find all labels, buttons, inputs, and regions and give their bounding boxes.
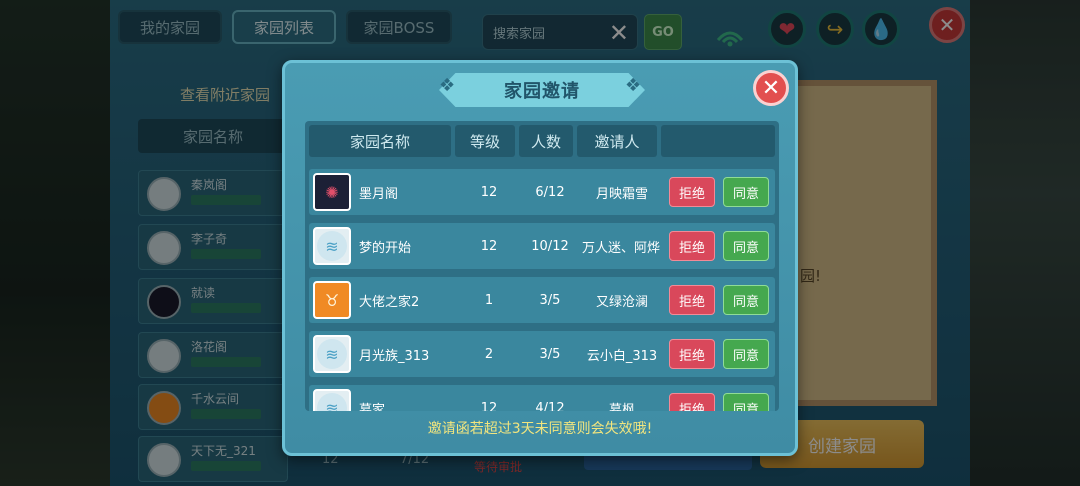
home-name: 梦的开始 (359, 240, 412, 256)
close-dialog-button[interactable]: ✕ (753, 70, 789, 106)
avatar: ≋ (313, 227, 351, 265)
bull-icon: ♉ (324, 290, 340, 310)
fish-icon: ≋ (317, 231, 347, 261)
avatar: ✺ (313, 173, 351, 211)
column-header-inviter: 邀请人 (577, 125, 657, 157)
home-level: 1 (484, 292, 494, 308)
home-members: 6/12 (535, 184, 565, 200)
avatar: ≋ (313, 335, 351, 373)
home-name: 慕家 (359, 402, 386, 412)
inviter: 月映霜雪 (595, 186, 648, 202)
ornament-icon: ❖ (625, 75, 642, 96)
fish-icon: ≋ (317, 393, 347, 411)
refuse-button[interactable]: 拒绝 (669, 231, 715, 261)
home-name: 大佬之家2 (359, 294, 420, 310)
table-row: ✺ 墨月阁 12 6/12 月映霜雪 拒绝 同意 (309, 169, 775, 215)
home-level: 2 (484, 346, 494, 362)
home-name: 墨月阁 (359, 186, 399, 202)
refuse-button[interactable]: 拒绝 (669, 285, 715, 315)
avatar: ≋ (313, 389, 351, 411)
invite-notice: 邀请函若超过3天未同意则会失效哦! (427, 421, 653, 437)
invite-list[interactable]: ✺ 墨月阁 12 6/12 月映霜雪 拒绝 同意 ≋ 梦的开始 12 10/12… (305, 165, 779, 411)
table-row: ≋ 月光族_313 2 3/5 云小白_313 拒绝 同意 (309, 331, 775, 377)
home-level: 12 (480, 238, 498, 254)
home-members: 3/5 (539, 292, 561, 308)
inviter: 又绿沧澜 (595, 294, 648, 310)
home-level: 12 (480, 400, 498, 412)
column-header-members: 人数 (519, 125, 573, 157)
invite-dialog: 家园邀请 ❖ ❖ ✕ 家园名称 等级 人数 邀请人 ✺ 墨月阁 12 6/12 … (282, 60, 798, 456)
column-header-actions (661, 125, 775, 157)
refuse-button[interactable]: 拒绝 (669, 177, 715, 207)
home-members: 10/12 (531, 238, 569, 254)
invite-table: 家园名称 等级 人数 邀请人 ✺ 墨月阁 12 6/12 月映霜雪 拒绝 同意 … (305, 121, 779, 411)
home-members: 3/5 (539, 346, 561, 362)
ornament-icon: ❖ (439, 75, 456, 96)
column-header-level: 等级 (455, 125, 515, 157)
agree-button[interactable]: 同意 (723, 339, 769, 369)
refuse-button[interactable]: 拒绝 (669, 339, 715, 369)
fish-icon: ≋ (317, 339, 347, 369)
agree-button[interactable]: 同意 (723, 177, 769, 207)
agree-button[interactable]: 同意 (723, 231, 769, 261)
octopus-icon: ✺ (325, 182, 339, 202)
dialog-title: 家园邀请 (504, 81, 580, 102)
home-name: 月光族_313 (359, 348, 430, 364)
inviter: 云小白_313 (586, 348, 658, 364)
avatar: ♉ (313, 281, 351, 319)
home-members: 4/12 (535, 400, 565, 412)
inviter: 慕枫 (608, 402, 635, 412)
dialog-title-bar: 家园邀请 (439, 73, 645, 107)
table-row: ≋ 梦的开始 12 10/12 万人迷、阿烨 拒绝 同意 (309, 223, 775, 269)
home-level: 12 (480, 184, 498, 200)
column-header-name: 家园名称 (309, 125, 451, 157)
agree-button[interactable]: 同意 (723, 393, 769, 411)
refuse-button[interactable]: 拒绝 (669, 393, 715, 411)
table-row: ≋ 慕家 12 4/12 慕枫 拒绝 同意 (309, 385, 775, 411)
agree-button[interactable]: 同意 (723, 285, 769, 315)
table-row: ♉ 大佬之家2 1 3/5 又绿沧澜 拒绝 同意 (309, 277, 775, 323)
inviter: 万人迷、阿烨 (581, 240, 660, 256)
